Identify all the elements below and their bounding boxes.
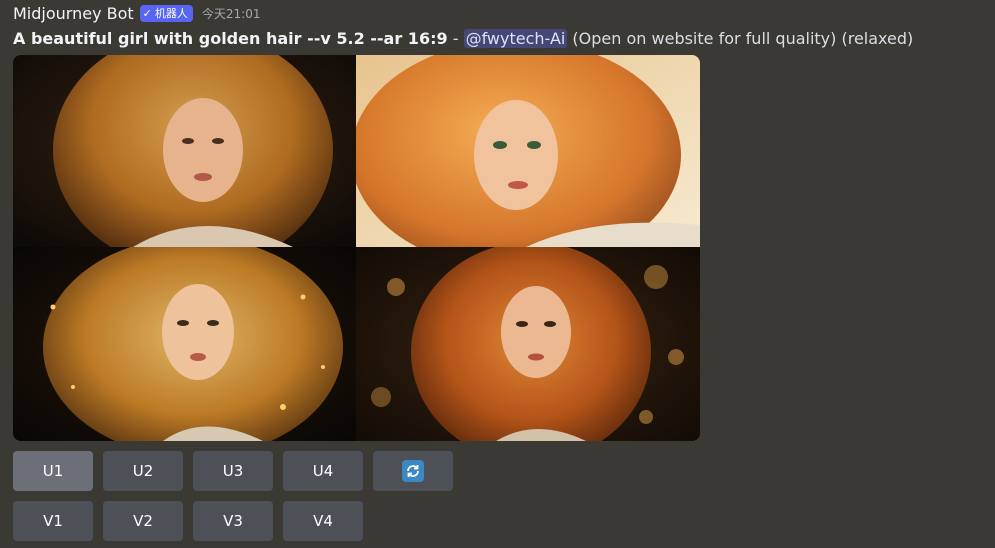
- u2-button[interactable]: U2: [103, 451, 183, 491]
- message-content: A beautiful girl with golden hair --v 5.…: [13, 27, 913, 51]
- bot-badge: ✓ 机器人: [139, 4, 193, 22]
- image-tile-4[interactable]: [356, 247, 700, 441]
- u3-button[interactable]: U3: [193, 451, 273, 491]
- v2-button[interactable]: V2: [103, 501, 183, 541]
- variation-button-row: V1 V2 V3 V4: [13, 501, 363, 541]
- user-mention[interactable]: @fwytech-Ai: [463, 29, 568, 48]
- author-name[interactable]: Midjourney Bot: [13, 4, 134, 23]
- reroll-button[interactable]: [373, 451, 453, 491]
- portrait-image-4: [356, 247, 700, 441]
- image-tile-1[interactable]: [13, 55, 356, 247]
- message-header: Midjourney Bot ✓ 机器人 今天21:01: [13, 2, 260, 24]
- separator: -: [447, 29, 464, 48]
- message-suffix: (Open on website for full quality) (rela…: [567, 29, 914, 48]
- message-timestamp: 今天21:01: [201, 6, 261, 21]
- image-tile-2[interactable]: [356, 55, 700, 247]
- v4-button[interactable]: V4: [283, 501, 363, 541]
- portrait-image-3: [13, 247, 356, 441]
- bot-badge-label: 机器人: [154, 6, 188, 20]
- u1-button[interactable]: U1: [13, 451, 93, 491]
- image-grid[interactable]: [13, 55, 700, 441]
- image-tile-3[interactable]: [13, 247, 356, 441]
- verified-check-icon: ✓: [142, 6, 152, 20]
- v3-button[interactable]: V3: [193, 501, 273, 541]
- refresh-icon: [402, 460, 424, 482]
- v1-button[interactable]: V1: [13, 501, 93, 541]
- u4-button[interactable]: U4: [283, 451, 363, 491]
- upscale-button-row: U1 U2 U3 U4: [13, 451, 453, 491]
- portrait-image-1: [13, 55, 356, 247]
- prompt-text: A beautiful girl with golden hair --v 5.…: [13, 29, 448, 48]
- portrait-image-2: [356, 55, 700, 247]
